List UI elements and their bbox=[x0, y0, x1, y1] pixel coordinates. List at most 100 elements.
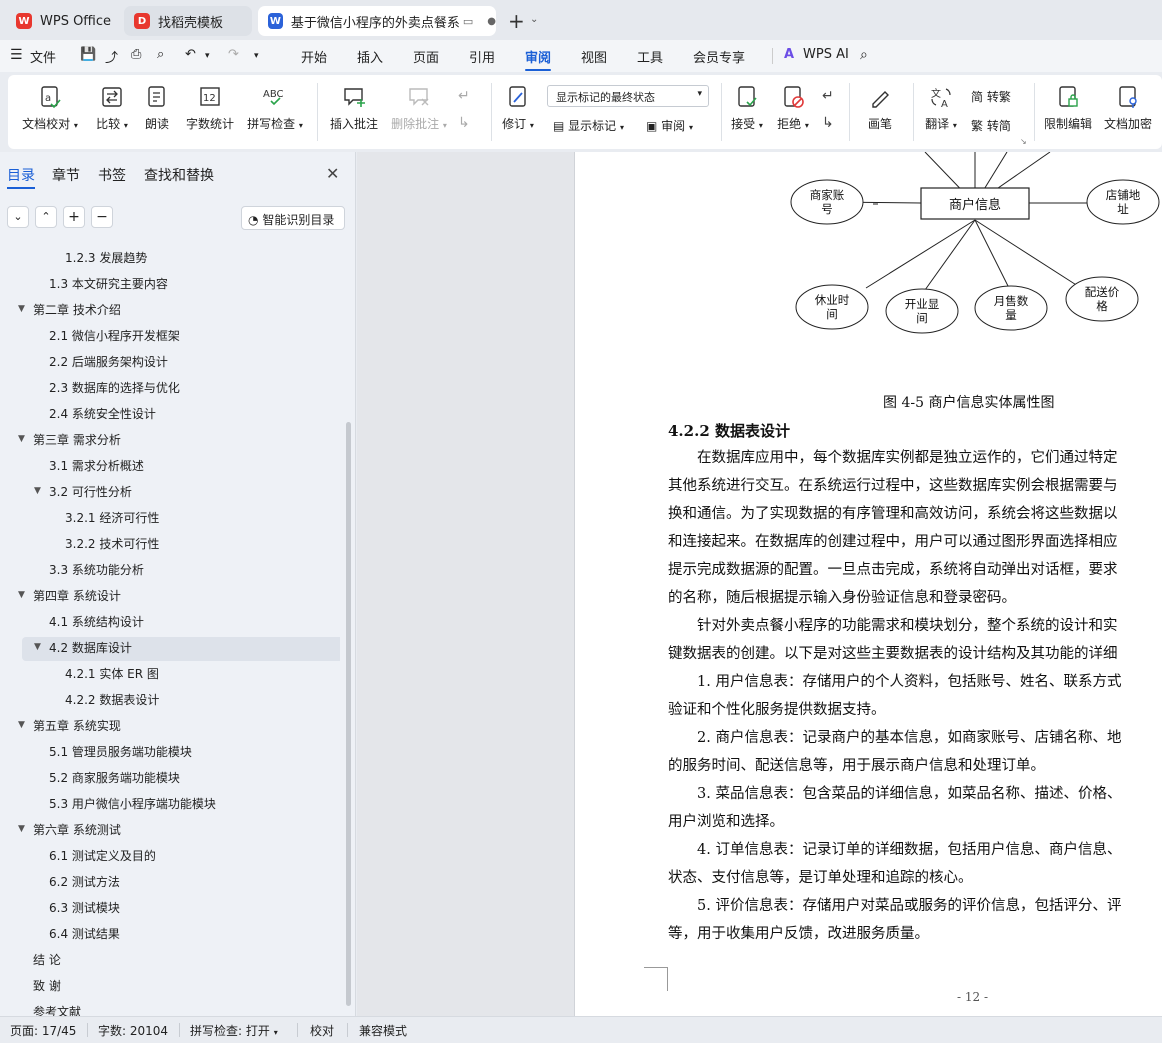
expand-up-icon[interactable]: ⌃ bbox=[35, 206, 57, 228]
word-count-button[interactable]: 12 字数统计 bbox=[180, 85, 240, 132]
toc-item[interactable]: 3.1 需求分析概述 bbox=[49, 457, 144, 474]
toc-item[interactable]: 4.2 数据库设计 bbox=[49, 639, 132, 656]
document-page[interactable]: 商户信息 商家账 号 店铺地 址 休业时 间 开业显 间 月售数 量 配送价 格… bbox=[574, 152, 1162, 1016]
next-comment-icon[interactable]: ↳ bbox=[458, 115, 470, 131]
search-icon[interactable]: ⌕ bbox=[860, 47, 868, 63]
menu-reference[interactable]: 引用 bbox=[469, 47, 495, 66]
reject-button[interactable]: 拒绝 ▾ bbox=[772, 85, 814, 132]
expand-triangle-icon[interactable]: ▼ bbox=[34, 642, 41, 652]
menu-file[interactable]: 文件 bbox=[30, 47, 56, 66]
toc-item[interactable]: 致 谢 bbox=[33, 977, 61, 994]
status-proof[interactable]: 校对 bbox=[310, 1022, 334, 1039]
remove-item-icon[interactable]: − bbox=[91, 206, 113, 228]
menu-insert[interactable]: 插入 bbox=[357, 47, 383, 66]
compare-button[interactable]: 比较 ▾ bbox=[90, 85, 134, 132]
tab-template[interactable]: D 找稻壳模板 bbox=[124, 6, 252, 36]
menu-page[interactable]: 页面 bbox=[413, 47, 439, 66]
prev-change-icon[interactable]: ↵ bbox=[822, 88, 834, 104]
pen-button[interactable]: 画笔 bbox=[860, 85, 900, 132]
toc-item[interactable]: 1.2.3 发展趋势 bbox=[65, 249, 147, 266]
screen-icon[interactable]: ▭ bbox=[463, 15, 473, 28]
toc-item[interactable]: 4.1 系统结构设计 bbox=[49, 613, 144, 630]
toc-item[interactable]: 5.1 管理员服务端功能模块 bbox=[49, 743, 192, 760]
status-words[interactable]: 字数: 20104 bbox=[98, 1022, 168, 1039]
print-preview-icon[interactable]: ⌕ bbox=[157, 47, 164, 62]
toc-item[interactable]: 6.3 测试模块 bbox=[49, 899, 120, 916]
undo-icon[interactable]: ↶ bbox=[185, 47, 196, 62]
panel-tab-chapter[interactable]: 章节 bbox=[52, 165, 80, 185]
tab-wps-office[interactable]: W WPS Office bbox=[6, 6, 116, 36]
menu-review[interactable]: 审阅 bbox=[525, 47, 551, 66]
review-pane-button[interactable]: ▣ 审阅 ▾ bbox=[646, 117, 693, 134]
toc-item[interactable]: 2.1 微信小程序开发框架 bbox=[49, 327, 180, 344]
toc-item[interactable]: 3.3 系统功能分析 bbox=[49, 561, 144, 578]
toc-item[interactable]: 4.2.2 数据表设计 bbox=[65, 691, 159, 708]
toc-item[interactable]: 6.4 测试结果 bbox=[49, 925, 120, 942]
next-change-icon[interactable]: ↳ bbox=[822, 115, 834, 131]
collapse-all-icon[interactable]: ⌄ bbox=[7, 206, 29, 228]
panel-tab-bookmark[interactable]: 书签 bbox=[98, 165, 126, 185]
toc-item[interactable]: 5.3 用户微信小程序端功能模块 bbox=[49, 795, 216, 812]
toc-item[interactable]: 第三章 需求分析 bbox=[33, 431, 121, 448]
toc-item[interactable]: 1.3 本文研究主要内容 bbox=[49, 275, 168, 292]
toc-item[interactable]: 3.2.2 技术可行性 bbox=[65, 535, 159, 552]
display-state-select[interactable]: 显示标记的最终状态 ▾ bbox=[547, 85, 709, 107]
redo-icon[interactable]: ↷ bbox=[228, 47, 239, 62]
expand-group-icon[interactable]: ↘ bbox=[1020, 137, 1027, 146]
spell-check-button[interactable]: ABC 拼写检查 ▾ bbox=[244, 85, 306, 132]
new-tab-plus-icon[interactable]: + bbox=[508, 9, 525, 33]
panel-tab-find-replace[interactable]: 查找和替换 bbox=[144, 165, 214, 185]
toc-item[interactable]: 3.2.1 经济可行性 bbox=[65, 509, 159, 526]
smart-toc-button[interactable]: ◔ 智能识别目录 bbox=[241, 206, 345, 230]
toc-item[interactable]: 6.1 测试定义及目的 bbox=[49, 847, 156, 864]
menu-member[interactable]: 会员专享 bbox=[693, 47, 745, 66]
encrypt-button[interactable]: 文档加密 bbox=[1100, 85, 1156, 132]
doc-proof-button[interactable]: a 文档校对 ▾ bbox=[20, 85, 80, 132]
panel-tab-toc[interactable]: 目录 bbox=[7, 165, 35, 185]
expand-triangle-icon[interactable]: ▼ bbox=[18, 590, 25, 600]
toc-item[interactable]: 参考文献 bbox=[33, 1003, 81, 1016]
toc-item[interactable]: 4.2.1 实体 ER 图 bbox=[65, 665, 159, 682]
close-panel-icon[interactable]: ✕ bbox=[326, 164, 339, 183]
save-icon[interactable]: 💾 bbox=[80, 47, 96, 62]
toc-item[interactable]: 2.4 系统安全性设计 bbox=[49, 405, 156, 422]
expand-triangle-icon[interactable]: ▼ bbox=[18, 304, 25, 314]
expand-triangle-icon[interactable]: ▼ bbox=[18, 434, 25, 444]
to-traditional-button[interactable]: 简 转繁 bbox=[971, 88, 1011, 105]
menu-start[interactable]: 开始 bbox=[301, 47, 327, 66]
expand-triangle-icon[interactable]: ▼ bbox=[18, 720, 25, 730]
insert-comment-button[interactable]: 插入批注 bbox=[326, 85, 382, 132]
toc-item[interactable]: 第四章 系统设计 bbox=[33, 587, 121, 604]
export-icon[interactable]: ⤴ bbox=[105, 47, 118, 66]
toc-item[interactable]: 5.2 商家服务端功能模块 bbox=[49, 769, 180, 786]
toc-item[interactable]: 第五章 系统实现 bbox=[33, 717, 121, 734]
toc-item[interactable]: 2.2 后端服务架构设计 bbox=[49, 353, 168, 370]
toc-item[interactable]: 第二章 技术介绍 bbox=[33, 301, 121, 318]
more-chevron-icon[interactable]: ▾ bbox=[254, 51, 259, 61]
hamburger-icon[interactable]: ☰ bbox=[10, 47, 23, 63]
status-page[interactable]: 页面: 17/45 bbox=[10, 1022, 76, 1039]
menu-tools[interactable]: 工具 bbox=[637, 47, 663, 66]
toc-item[interactable]: 2.3 数据库的选择与优化 bbox=[49, 379, 180, 396]
show-markup-button[interactable]: ▤ 显示标记 ▾ bbox=[553, 117, 624, 134]
toc-item[interactable]: 3.2 可行性分析 bbox=[49, 483, 132, 500]
menu-view[interactable]: 视图 bbox=[581, 47, 607, 66]
add-item-icon[interactable]: + bbox=[63, 206, 85, 228]
tab-document[interactable]: W 基于微信小程序的外卖点餐系统 ▭ ● bbox=[258, 6, 496, 36]
toc-item[interactable]: 第六章 系统测试 bbox=[33, 821, 121, 838]
expand-triangle-icon[interactable]: ▼ bbox=[18, 824, 25, 834]
accept-button[interactable]: 接受 ▾ bbox=[726, 85, 768, 132]
toc-item[interactable]: 结 论 bbox=[33, 951, 61, 968]
read-aloud-button[interactable]: 朗读 bbox=[140, 85, 174, 132]
to-simplified-button[interactable]: 繁 转简 bbox=[971, 117, 1011, 134]
toc-item[interactable]: 6.2 测试方法 bbox=[49, 873, 120, 890]
panel-scrollbar[interactable] bbox=[346, 422, 351, 1006]
translate-button[interactable]: 文A 翻译 ▾ bbox=[920, 85, 962, 132]
print-icon[interactable]: ⎙ bbox=[131, 47, 141, 62]
track-changes-button[interactable]: 修订 ▾ bbox=[498, 85, 538, 132]
delete-comment-button[interactable]: 删除批注 ▾ bbox=[388, 85, 450, 132]
expand-triangle-icon[interactable]: ▼ bbox=[34, 486, 41, 496]
tab-list-chevron-icon[interactable]: ⌄ bbox=[530, 14, 538, 25]
undo-chevron-icon[interactable]: ▾ bbox=[205, 51, 210, 61]
prev-comment-icon[interactable]: ↵ bbox=[458, 88, 470, 104]
